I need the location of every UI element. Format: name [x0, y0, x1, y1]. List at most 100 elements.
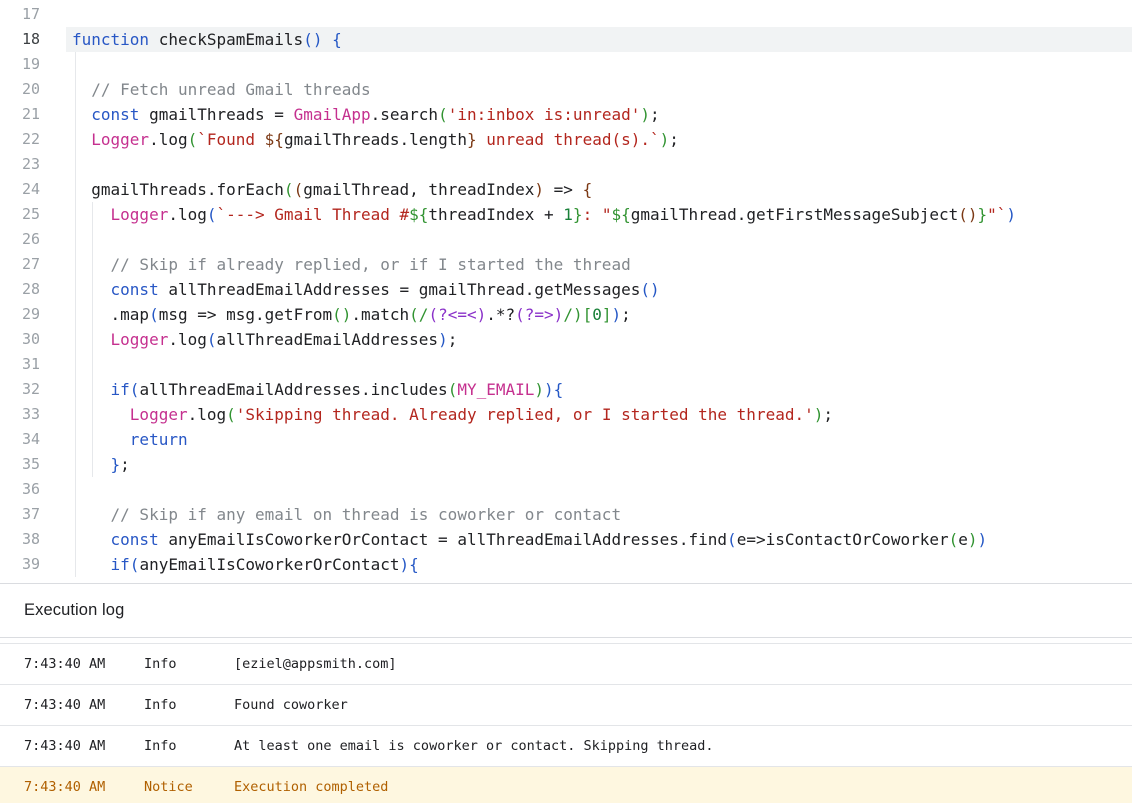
code-token: ): [438, 330, 448, 349]
line-number[interactable]: 22: [0, 127, 66, 152]
code-token: }: [111, 455, 121, 474]
line-number[interactable]: 39: [0, 552, 66, 577]
code-line-content[interactable]: [66, 477, 1132, 502]
log-message: At least one email is coworker or contac…: [234, 738, 1132, 754]
code-line-content[interactable]: // Skip if any email on thread is cowork…: [66, 502, 1132, 527]
code-line-content[interactable]: // Fetch unread Gmail threads: [66, 77, 1132, 102]
code-token: [72, 530, 111, 549]
code-token: (: [149, 305, 159, 324]
line-number[interactable]: 23: [0, 152, 66, 177]
code-line[interactable]: 31: [0, 352, 1132, 377]
line-number[interactable]: 37: [0, 502, 66, 527]
code-line[interactable]: 33 Logger.log('Skipping thread. Already …: [0, 402, 1132, 427]
line-number[interactable]: 36: [0, 477, 66, 502]
code-token: [72, 255, 111, 274]
code-token: (: [207, 330, 217, 349]
line-number[interactable]: 38: [0, 527, 66, 552]
line-number[interactable]: 24: [0, 177, 66, 202]
log-message: Execution completed: [234, 779, 1132, 795]
line-number[interactable]: 28: [0, 277, 66, 302]
code-line[interactable]: 24 gmailThreads.forEach((gmailThread, th…: [0, 177, 1132, 202]
code-token: gmailThread.getFirstMessageSubject: [631, 205, 959, 224]
line-number[interactable]: 34: [0, 427, 66, 452]
line-number[interactable]: 33: [0, 402, 66, 427]
code-line[interactable]: 38 const anyEmailIsCoworkerOrContact = a…: [0, 527, 1132, 552]
line-number[interactable]: 19: [0, 52, 66, 77]
code-token: /: [419, 305, 429, 324]
code-token: [72, 130, 91, 149]
code-line[interactable]: 34 return: [0, 427, 1132, 452]
code-line[interactable]: 23: [0, 152, 1132, 177]
code-line-content[interactable]: };: [66, 452, 1132, 477]
code-line[interactable]: 28 const allThreadEmailAddresses = gmail…: [0, 277, 1132, 302]
code-line[interactable]: 21 const gmailThreads = GmailApp.search(…: [0, 102, 1132, 127]
code-line[interactable]: 17: [0, 2, 1132, 27]
code-token: gmailThreads.length: [284, 130, 467, 149]
line-number[interactable]: 32: [0, 377, 66, 402]
code-line-content[interactable]: if(allThreadEmailAddresses.includes(MY_E…: [66, 377, 1132, 402]
code-line[interactable]: 36: [0, 477, 1132, 502]
code-line[interactable]: 19: [0, 52, 1132, 77]
line-number[interactable]: 18: [0, 27, 66, 52]
code-line-content[interactable]: [66, 52, 1132, 77]
line-number[interactable]: 31: [0, 352, 66, 377]
code-line-content[interactable]: .map(msg => msg.getFrom().match(/(?<=<).…: [66, 302, 1132, 327]
line-number[interactable]: 29: [0, 302, 66, 327]
code-token: Logger: [130, 405, 188, 424]
code-token: ): [660, 130, 670, 149]
log-row: 7:43:40 AMInfo[eziel@appsmith.com]: [0, 643, 1132, 684]
code-token: {: [554, 380, 564, 399]
code-token: GmailApp: [294, 105, 371, 124]
code-line[interactable]: 20 // Fetch unread Gmail threads: [0, 77, 1132, 102]
code-line-content[interactable]: // Skip if already replied, or if I star…: [66, 252, 1132, 277]
code-line-content[interactable]: [66, 2, 1132, 27]
code-token: "`: [987, 205, 1006, 224]
code-line-content[interactable]: Logger.log(`---> Gmail Thread #${threadI…: [66, 202, 1132, 227]
code-line[interactable]: 32 if(allThreadEmailAddresses.includes(M…: [0, 377, 1132, 402]
code-line[interactable]: 29 .map(msg => msg.getFrom().match(/(?<=…: [0, 302, 1132, 327]
code-line-content[interactable]: gmailThreads.forEach((gmailThread, threa…: [66, 177, 1132, 202]
line-number[interactable]: 21: [0, 102, 66, 127]
code-line[interactable]: 37 // Skip if any email on thread is cow…: [0, 502, 1132, 527]
code-line[interactable]: 35 };: [0, 452, 1132, 477]
code-line-content[interactable]: const allThreadEmailAddresses = gmailThr…: [66, 277, 1132, 302]
line-number[interactable]: 25: [0, 202, 66, 227]
code-token: Logger: [111, 330, 169, 349]
code-line-content[interactable]: const anyEmailIsCoworkerOrContact = allT…: [66, 527, 1132, 552]
code-line[interactable]: 22 Logger.log(`Found ${gmailThreads.leng…: [0, 127, 1132, 152]
line-number[interactable]: 27: [0, 252, 66, 277]
code-line[interactable]: 18function checkSpamEmails() {: [0, 27, 1132, 52]
code-editor[interactable]: 1718function checkSpamEmails() {1920 // …: [0, 0, 1132, 583]
code-token: `---> Gmail Thread #: [217, 205, 410, 224]
code-line-content[interactable]: [66, 152, 1132, 177]
code-line[interactable]: 30 Logger.log(allThreadEmailAddresses);: [0, 327, 1132, 352]
code-line-content[interactable]: if(anyEmailIsCoworkerOrContact){: [66, 552, 1132, 577]
code-line-content[interactable]: [66, 227, 1132, 252]
code-token: allThreadEmailAddresses.includes: [139, 380, 447, 399]
code-line-content[interactable]: const gmailThreads = GmailApp.search('in…: [66, 102, 1132, 127]
line-number[interactable]: 35: [0, 452, 66, 477]
code-line[interactable]: 39 if(anyEmailIsCoworkerOrContact){: [0, 552, 1132, 577]
line-number[interactable]: 17: [0, 2, 66, 27]
code-token: ;: [621, 305, 631, 324]
code-line-content[interactable]: return: [66, 427, 1132, 452]
code-line-content[interactable]: function checkSpamEmails() {: [66, 27, 1132, 52]
code-token: [72, 430, 130, 449]
code-token: ): [534, 180, 544, 199]
code-token: [72, 455, 111, 474]
code-line-content[interactable]: [66, 352, 1132, 377]
line-number[interactable]: 26: [0, 227, 66, 252]
code-line-content[interactable]: Logger.log('Skipping thread. Already rep…: [66, 402, 1132, 427]
code-token: ${: [611, 205, 630, 224]
code-token: // Skip if any email on thread is cowork…: [111, 505, 622, 524]
code-line-content[interactable]: Logger.log(allThreadEmailAddresses);: [66, 327, 1132, 352]
code-token: (: [294, 180, 304, 199]
line-number[interactable]: 20: [0, 77, 66, 102]
code-token: {: [409, 555, 419, 574]
code-line-content[interactable]: Logger.log(`Found ${gmailThreads.length}…: [66, 127, 1132, 152]
line-number[interactable]: 30: [0, 327, 66, 352]
code-line[interactable]: 27 // Skip if already replied, or if I s…: [0, 252, 1132, 277]
code-token: [: [583, 305, 593, 324]
code-line[interactable]: 25 Logger.log(`---> Gmail Thread #${thre…: [0, 202, 1132, 227]
code-line[interactable]: 26: [0, 227, 1132, 252]
